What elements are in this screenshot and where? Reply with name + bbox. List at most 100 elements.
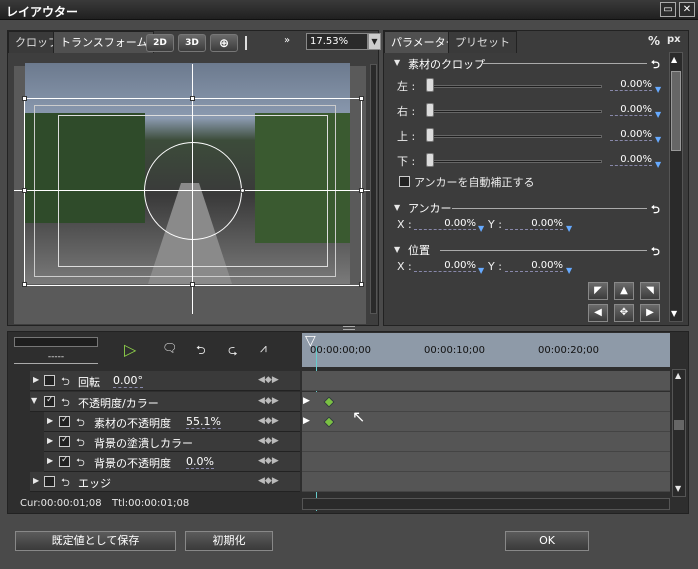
time-ruler[interactable]: 00:00:00;00 00:00:10;00 00:00:20;00: [302, 333, 670, 367]
auto-correct-checkbox[interactable]: [399, 176, 410, 187]
clip-opacity-checkbox[interactable]: ✓: [59, 415, 70, 427]
bg-opacity-value[interactable]: 0.0%: [186, 455, 214, 469]
unit-percent-button[interactable]: %: [648, 34, 660, 48]
value-caret-icon[interactable]: ▼: [478, 266, 484, 275]
expand-icon[interactable]: ▶: [33, 476, 39, 485]
opacity-color-checkbox[interactable]: ✓: [44, 395, 55, 407]
handle-tl[interactable]: [22, 96, 27, 101]
track-lane[interactable]: [302, 472, 670, 492]
handle-r[interactable]: [359, 188, 364, 193]
position-reset-icon[interactable]: ⮌: [651, 243, 660, 262]
keyframe-nav-icon[interactable]: ◀◆▶: [258, 375, 279, 385]
reset-icon[interactable]: ⮌: [76, 454, 85, 473]
nudge-center-icon[interactable]: ✥: [614, 304, 634, 322]
keyframe-nav-icon[interactable]: ◀◆▶: [258, 416, 279, 426]
value-caret-icon[interactable]: ▼: [655, 85, 661, 94]
reset-icon[interactable]: ⮌: [61, 474, 70, 493]
clip-opacity-value[interactable]: 55.1%: [186, 415, 221, 429]
expand-icon[interactable]: ▶: [33, 375, 39, 384]
reset-icon[interactable]: ⮌: [61, 394, 70, 413]
handle-t[interactable]: [190, 96, 195, 101]
keyframe-start-icon[interactable]: ▶: [303, 416, 310, 426]
handle-l[interactable]: [22, 188, 27, 193]
value-caret-icon[interactable]: ▼: [655, 135, 661, 144]
track-lane[interactable]: [302, 432, 670, 452]
crop-bottom-slider[interactable]: [428, 160, 602, 163]
track-lane[interactable]: [302, 371, 670, 391]
zoom-input[interactable]: 17.53%: [306, 33, 368, 50]
mode-2d-button[interactable]: 2D: [146, 34, 174, 52]
expand-icon[interactable]: ▶: [47, 436, 53, 445]
mode-3d-button[interactable]: 3D: [178, 34, 206, 52]
graph-icon[interactable]: ⩘: [260, 341, 267, 356]
crop-right-knob[interactable]: [426, 103, 434, 117]
prev-keyframe-icon[interactable]: ⮌: [196, 341, 206, 362]
next-keyframe-icon[interactable]: ⮎: [228, 341, 238, 362]
anchor-reset-icon[interactable]: ⮌: [651, 201, 660, 220]
keyframe-nav-icon[interactable]: ◀◆▶: [258, 476, 279, 486]
scroll-thumb[interactable]: [671, 71, 681, 151]
handle-tr[interactable]: [359, 96, 364, 101]
collapse-anchor-icon[interactable]: ▼: [394, 203, 400, 212]
rotate-value[interactable]: 0.00°: [113, 374, 143, 388]
reset-icon[interactable]: ⮌: [76, 414, 85, 433]
crop-left-slider[interactable]: [428, 85, 602, 88]
play-icon[interactable]: ▷: [124, 340, 136, 359]
handle-bl[interactable]: [22, 282, 27, 287]
scroll-down-icon[interactable]: ▼: [675, 484, 681, 493]
handle-br[interactable]: [359, 282, 364, 287]
crop-left-knob[interactable]: [426, 78, 434, 92]
position-x-value[interactable]: 0.00%: [414, 260, 476, 272]
close-icon[interactable]: ✕: [679, 2, 695, 17]
timeline-hscrollbar[interactable]: [302, 498, 670, 510]
zoom-chevron-icon[interactable]: »: [284, 35, 290, 46]
grid-toggle-icon[interactable]: ⊕: [210, 34, 238, 52]
save-default-button[interactable]: 既定値として保存: [15, 531, 176, 551]
expand-icon[interactable]: ▶: [47, 456, 53, 465]
collapse-icon[interactable]: ▼: [31, 396, 37, 405]
keyframe-nav-icon[interactable]: ◀◆▶: [258, 456, 279, 466]
preview-scrollbar[interactable]: [370, 64, 377, 314]
rotation-circle[interactable]: [144, 142, 242, 240]
nudge-up-right-icon[interactable]: ◥: [640, 282, 660, 300]
collapse-crop-icon[interactable]: ▼: [394, 58, 400, 67]
tab-transform[interactable]: トランスフォーム: [53, 31, 155, 53]
parameter-scrollbar[interactable]: ▲ ▼: [669, 52, 683, 322]
crop-top-slider[interactable]: [428, 135, 602, 138]
nudge-up-left-icon[interactable]: ◤: [588, 282, 608, 300]
value-caret-icon[interactable]: ▼: [566, 266, 572, 275]
scroll-thumb[interactable]: [674, 420, 684, 430]
timeline-mode-select[interactable]: -----: [14, 352, 98, 364]
crop-right-slider[interactable]: [428, 110, 602, 113]
splitter-handle[interactable]: [343, 326, 355, 330]
keyframe-nav-icon[interactable]: ◀◆▶: [258, 396, 279, 406]
keyframe-start-icon[interactable]: ▶: [303, 396, 310, 406]
bg-fill-checkbox[interactable]: ✓: [59, 435, 70, 447]
crop-reset-icon[interactable]: ⮌: [651, 56, 660, 75]
edge-checkbox[interactable]: [44, 476, 55, 487]
value-caret-icon[interactable]: ▼: [566, 224, 572, 233]
handle-b[interactable]: [190, 282, 195, 287]
rotate-checkbox[interactable]: [44, 375, 55, 386]
crop-left-value[interactable]: 0.00%: [610, 79, 652, 91]
expand-icon[interactable]: ▶: [47, 416, 53, 425]
scroll-up-icon[interactable]: ▲: [671, 55, 681, 65]
value-caret-icon[interactable]: ▼: [655, 110, 661, 119]
nudge-left-icon[interactable]: ◀: [588, 304, 608, 322]
position-y-value[interactable]: 0.00%: [505, 260, 563, 272]
playhead-icon[interactable]: ▽: [305, 333, 316, 349]
add-keyframe-icon[interactable]: 🗨: [162, 341, 177, 355]
value-caret-icon[interactable]: ▼: [655, 160, 661, 169]
timeline-zoom-slider[interactable]: [14, 337, 98, 347]
minimize-icon[interactable]: ▭: [660, 2, 676, 17]
bg-opacity-checkbox[interactable]: ✓: [59, 455, 70, 467]
crop-top-knob[interactable]: [426, 128, 434, 142]
value-caret-icon[interactable]: ▼: [478, 224, 484, 233]
anchor-x-value[interactable]: 0.00%: [414, 218, 476, 230]
scroll-up-icon[interactable]: ▲: [675, 371, 681, 380]
keyframe-nav-icon[interactable]: ◀◆▶: [258, 436, 279, 446]
crop-bottom-value[interactable]: 0.00%: [610, 154, 652, 166]
crop-right-value[interactable]: 0.00%: [610, 104, 652, 116]
crop-top-value[interactable]: 0.00%: [610, 129, 652, 141]
crop-bottom-knob[interactable]: [426, 153, 434, 167]
